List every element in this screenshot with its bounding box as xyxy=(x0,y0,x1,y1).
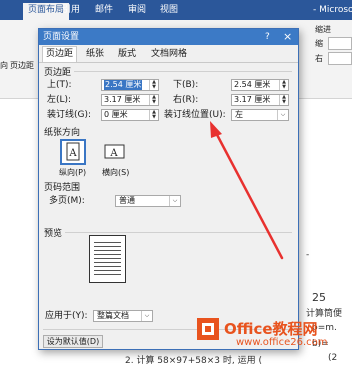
annotation-arrow xyxy=(210,121,284,260)
watermark-url: www.office26.com xyxy=(236,337,328,348)
office-logo-icon xyxy=(197,318,219,340)
watermark-brand: Office教程网 xyxy=(224,320,318,338)
